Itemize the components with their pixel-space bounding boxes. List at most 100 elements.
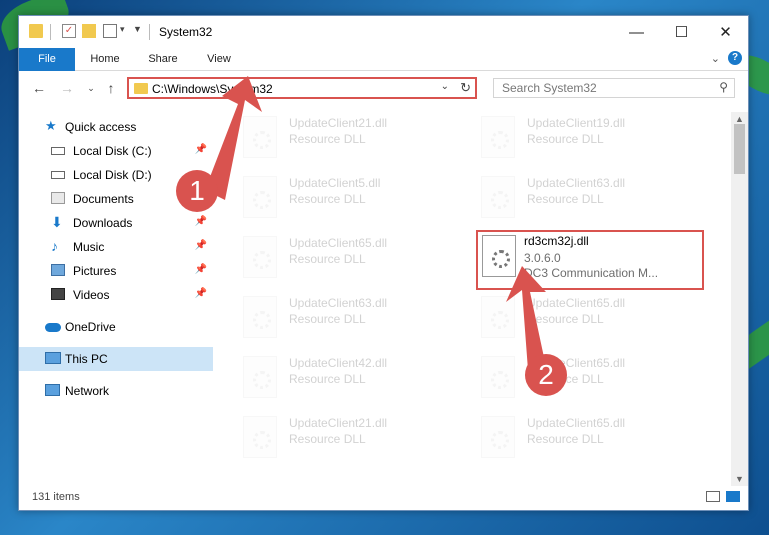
videos-icon xyxy=(51,288,65,300)
file-tile[interactable]: UpdateClient5.dll Resource DLL xyxy=(241,172,471,222)
sidebar-item-onedrive[interactable]: OneDrive xyxy=(19,315,213,339)
file-tile[interactable]: UpdateClient65.dll Resource DLL xyxy=(479,352,709,402)
file-list: UpdateClient21.dll Resource DLL UpdateCl… xyxy=(229,112,729,486)
new-folder-icon[interactable] xyxy=(82,24,96,38)
sidebar-item-pictures[interactable]: Pictures 📌 xyxy=(19,259,213,283)
chevron-down-icon[interactable]: ⌄ xyxy=(441,81,449,92)
tab-home[interactable]: Home xyxy=(83,48,127,70)
dll-file-icon xyxy=(243,116,277,158)
file-type: Resource DLL xyxy=(289,312,366,326)
file-name: UpdateClient65.dll xyxy=(527,296,626,310)
dll-file-icon xyxy=(243,176,277,218)
maximize-button[interactable]: ☐ xyxy=(659,16,704,48)
status-bar: 131 items xyxy=(19,486,748,510)
file-tile[interactable]: UpdateClient42.dll Resource DLL xyxy=(241,352,471,402)
properties-icon[interactable]: ✓ xyxy=(62,24,76,38)
minimize-button[interactable]: — xyxy=(614,16,659,48)
address-path[interactable]: C:\Windows\System32 xyxy=(152,82,273,96)
computer-icon xyxy=(45,352,61,364)
sidebar-item-label: Music xyxy=(73,240,105,254)
forward-button[interactable]: → xyxy=(57,78,77,98)
refresh-icon[interactable]: ↻ xyxy=(460,80,471,96)
sidebar-item-downloads[interactable]: ⬇ Downloads 📌 xyxy=(19,211,213,235)
pin-icon[interactable]: 📌 xyxy=(195,288,207,299)
callout-badge-2: 2 xyxy=(525,354,567,396)
file-tile[interactable]: UpdateClient63.dll Resource DLL xyxy=(241,292,471,342)
file-tile[interactable]: UpdateClient65.dll Resource DLL xyxy=(479,412,709,462)
sidebar-item-label: Local Disk (D:) xyxy=(73,168,152,182)
dll-file-icon xyxy=(243,236,277,278)
dll-file-icon xyxy=(243,356,277,398)
file-type: Resource DLL xyxy=(527,312,604,326)
search-placeholder[interactable]: Search System32 xyxy=(502,81,597,95)
details-view-icon[interactable] xyxy=(706,491,720,502)
sidebar-item-label: Documents xyxy=(73,192,134,206)
file-name: UpdateClient63.dll xyxy=(527,176,626,190)
item-count: 131 items xyxy=(32,491,80,503)
sidebar-item-label: Downloads xyxy=(73,216,133,230)
sidebar-item-label: This PC xyxy=(65,352,108,366)
file-tile[interactable]: UpdateClient21.dll Resource DLL xyxy=(241,112,471,162)
close-button[interactable]: ✕ xyxy=(703,16,748,48)
pin-icon[interactable]: 📌 xyxy=(195,144,207,155)
file-name: UpdateClient19.dll xyxy=(527,116,626,130)
highlighted-file-tile[interactable]: rd3cm32j.dll 3.0.6.0 DC3 Communication M… xyxy=(476,230,704,290)
file-explorer-window: ✓ ▾ ▼ System32 — ☐ ✕ File Home Share Vie… xyxy=(18,15,749,511)
scroll-up-icon[interactable]: ▲ xyxy=(735,114,744,124)
tab-view[interactable]: View xyxy=(197,48,241,70)
pin-icon[interactable]: 📌 xyxy=(195,240,207,251)
sidebar-item-videos[interactable]: Videos 📌 xyxy=(19,283,213,307)
navigation-bar: ← → ⌄ ↑ C:\Windows\System32 ⌄ ↻ Search S… xyxy=(19,71,748,105)
pictures-icon xyxy=(51,264,65,276)
file-tile[interactable]: UpdateClient65.dll Resource DLL xyxy=(241,232,471,282)
ribbon-tabs: File Home Share View ⌄ ? xyxy=(19,48,748,98)
expand-ribbon-icon[interactable]: ⌄ xyxy=(711,52,720,65)
dll-file-icon xyxy=(482,235,516,277)
sidebar-item-music[interactable]: ♪ Music 📌 xyxy=(19,235,213,259)
dll-file-icon xyxy=(243,416,277,458)
file-tile[interactable]: UpdateClient63.dll Resource DLL xyxy=(479,172,709,222)
scroll-down-icon[interactable]: ▼ xyxy=(735,474,744,484)
folder-icon xyxy=(134,83,148,94)
file-name: UpdateClient21.dll xyxy=(289,416,388,430)
sidebar-item-label: Network xyxy=(65,384,110,398)
sidebar-item-this-pc[interactable]: This PC xyxy=(19,347,213,371)
customize-toolbar-icon[interactable]: ▼ xyxy=(133,24,147,38)
tab-share[interactable]: Share xyxy=(141,48,185,70)
file-type: Resource DLL xyxy=(527,432,604,446)
file-description: DC3 Communication M... xyxy=(524,266,659,280)
file-type: Resource DLL xyxy=(527,132,604,146)
back-button[interactable]: ← xyxy=(29,78,49,98)
sidebar-item-quick-access[interactable]: ★ Quick access xyxy=(19,115,213,139)
file-type: Resource DLL xyxy=(289,432,366,446)
drive-icon xyxy=(51,147,65,155)
address-bar[interactable]: C:\Windows\System32 ⌄ ↻ xyxy=(127,77,477,99)
divider xyxy=(149,24,150,40)
file-tile[interactable]: UpdateClient21.dll Resource DLL xyxy=(241,412,471,462)
music-icon: ♪ xyxy=(51,238,58,254)
pin-icon[interactable]: 📌 xyxy=(195,264,207,275)
search-box[interactable]: Search System32 ⚲ xyxy=(493,78,735,98)
vertical-scrollbar[interactable]: ▲ ▼ xyxy=(731,112,748,486)
sidebar-item-local-disk-c[interactable]: Local Disk (C:) 📌 xyxy=(19,139,213,163)
sidebar-item-label: Quick access xyxy=(65,120,137,134)
file-type: Resource DLL xyxy=(289,132,366,146)
file-tile[interactable]: UpdateClient19.dll Resource DLL xyxy=(479,112,709,162)
search-icon[interactable]: ⚲ xyxy=(719,80,728,94)
large-icons-view-icon[interactable] xyxy=(726,491,740,502)
divider xyxy=(50,24,51,40)
file-tile[interactable]: UpdateClient65.dll Resource DLL xyxy=(479,292,709,342)
recent-locations-icon[interactable]: ⌄ xyxy=(81,78,101,98)
file-type: Resource DLL xyxy=(289,252,366,266)
scrollbar-thumb[interactable] xyxy=(734,124,745,174)
file-name: UpdateClient42.dll xyxy=(289,356,388,370)
pin-icon[interactable]: 📌 xyxy=(195,216,207,227)
help-icon[interactable]: ? xyxy=(728,51,742,65)
sidebar-item-network[interactable]: Network xyxy=(19,379,213,403)
chevron-down-icon[interactable]: ▾ xyxy=(120,24,134,38)
view-options-icon[interactable] xyxy=(103,24,117,38)
dll-file-icon xyxy=(481,416,515,458)
file-name: UpdateClient21.dll xyxy=(289,116,388,130)
sidebar-item-label: Pictures xyxy=(73,264,117,278)
up-button[interactable]: ↑ xyxy=(101,78,121,98)
